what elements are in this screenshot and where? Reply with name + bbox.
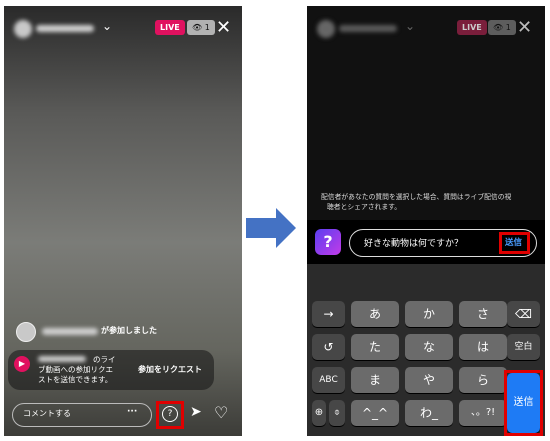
question-compose-screen: ⌄ LIVE 👁 1 ✕ 配信者があなたの質問を選択した場合、質問はライブ配信の…: [307, 6, 545, 436]
chevron-down-icon[interactable]: ⌄: [405, 19, 415, 33]
heart-icon[interactable]: ♡: [214, 403, 228, 422]
key-abc[interactable]: ABC: [312, 367, 345, 393]
join-request-card: ▶ のライ ブ動画への参加リクエ ストを送信できます。 参加をリクエスト: [8, 350, 214, 390]
request-to-join-button[interactable]: 参加をリクエスト: [138, 364, 202, 375]
host-avatar[interactable]: [14, 20, 32, 38]
key-ha[interactable]: は: [459, 334, 507, 360]
joined-user-name: [42, 328, 98, 335]
key-backspace[interactable]: ⌫: [507, 301, 540, 327]
comment-placeholder: コメントする: [23, 409, 71, 418]
key-space[interactable]: 空白: [507, 334, 540, 360]
key-ya[interactable]: や: [405, 367, 453, 393]
question-notice-line2: 聴者とシェアされます。: [327, 203, 402, 211]
arrow-right-icon: [246, 208, 296, 248]
close-icon[interactable]: ✕: [216, 19, 231, 37]
microphone-icon[interactable]: ⌽: [329, 400, 345, 426]
send-icon[interactable]: ➤: [190, 404, 202, 420]
request-text-line3: ストを送信できます。: [38, 375, 113, 384]
key-emoticon[interactable]: ^_^: [351, 400, 399, 426]
joined-user-avatar: [16, 322, 36, 342]
live-viewer-screen: ⌄ LIVE 👁 1 ✕ が参加しました ▶ のライ ブ動画への参加リクエ スト…: [4, 6, 242, 436]
comment-input[interactable]: コメントする ···: [12, 403, 152, 427]
key-undo[interactable]: ↺: [312, 334, 345, 360]
key-punctuation[interactable]: 、。?!: [459, 400, 507, 426]
host-name[interactable]: [339, 25, 397, 32]
question-notice-line1: 配信者があなたの質問を選択した場合、質問はライブ配信の視: [321, 193, 512, 201]
viewer-count-badge: 👁 1: [488, 20, 516, 35]
host-avatar[interactable]: [317, 20, 335, 38]
send-key-highlight-box: [504, 370, 543, 436]
eye-icon: 👁: [493, 23, 504, 32]
viewer-count: 1: [204, 23, 210, 32]
key-next[interactable]: →: [312, 301, 345, 327]
live-badge: LIVE: [155, 20, 185, 35]
key-na[interactable]: な: [405, 334, 453, 360]
question-input-value: 好きな動物は何ですか？: [364, 239, 464, 249]
host-name-blurred: [38, 356, 86, 362]
key-ra[interactable]: ら: [459, 367, 507, 393]
video-camera-icon: ▶: [14, 356, 30, 372]
close-icon[interactable]: ✕: [517, 19, 532, 37]
eye-icon: 👁: [192, 23, 203, 32]
join-notice: が参加しました: [101, 326, 157, 335]
question-sticker-icon: ?: [315, 229, 341, 255]
question-bar: ? 好きな動物は何ですか？ 送信: [307, 220, 545, 264]
send-link[interactable]: 送信: [505, 236, 522, 248]
live-badge: LIVE: [457, 20, 487, 35]
key-a[interactable]: あ: [351, 301, 399, 327]
key-ma[interactable]: ま: [351, 367, 399, 393]
viewer-count-badge: 👁 1: [187, 20, 215, 35]
key-ka[interactable]: か: [405, 301, 453, 327]
key-sa[interactable]: さ: [459, 301, 507, 327]
japanese-keyboard: → あ か さ ⌫ ↺ た な は 空白 ABC ま や ら ⊕ ⌽ ^_^ わ…: [307, 264, 545, 436]
key-ta[interactable]: た: [351, 334, 399, 360]
question-icon[interactable]: ?: [162, 406, 178, 422]
viewer-count: 1: [505, 23, 511, 32]
chevron-down-icon[interactable]: ⌄: [102, 19, 112, 33]
more-options-icon[interactable]: ···: [127, 407, 137, 417]
question-notice: 配信者があなたの質問を選択した場合、質問はライブ配信の視 聴者とシェアされます。: [321, 192, 533, 212]
key-wa[interactable]: わ_: [405, 400, 453, 426]
globe-icon[interactable]: ⊕: [312, 400, 326, 426]
host-name[interactable]: [36, 25, 94, 32]
